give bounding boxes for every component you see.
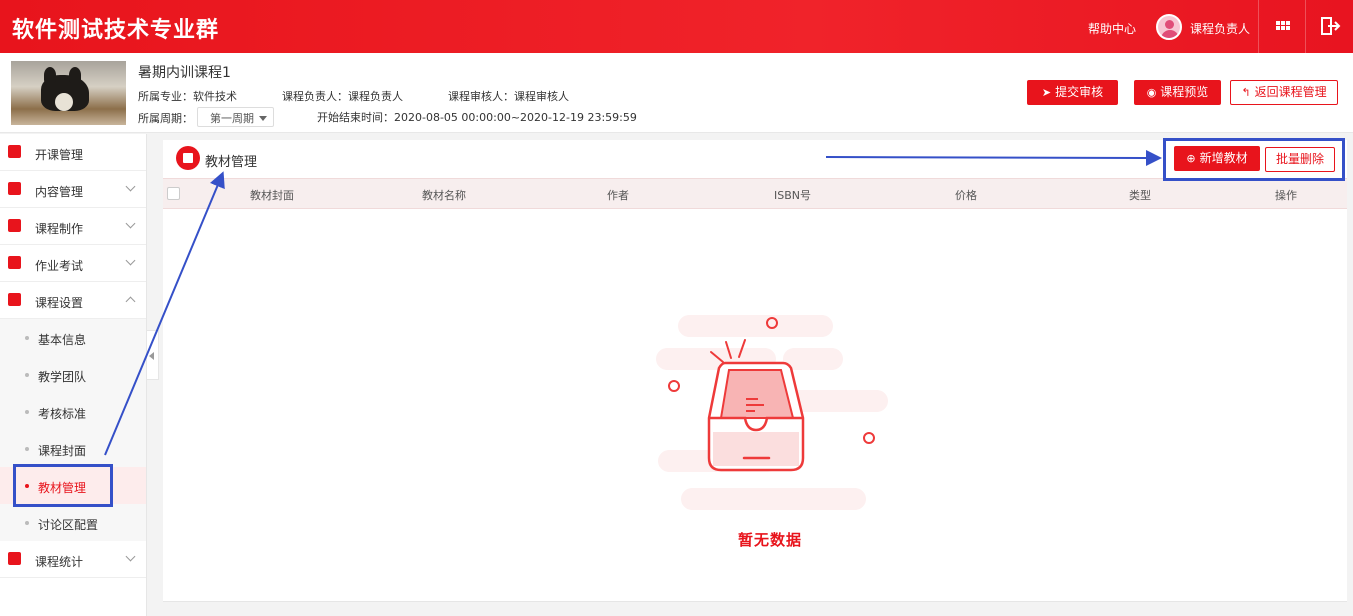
period-select[interactable]: 第一周期 bbox=[197, 107, 274, 127]
paper-plane-icon: ➤ bbox=[1041, 86, 1052, 99]
sidebar-item-course-make[interactable]: 课程制作 bbox=[0, 208, 146, 245]
select-all-checkbox[interactable] bbox=[167, 187, 180, 200]
page-title: 教材管理 bbox=[205, 155, 258, 170]
chevron-down-icon bbox=[125, 181, 136, 192]
sidebar-subitem-basic-info[interactable]: 基本信息 bbox=[0, 319, 146, 356]
course-time-range: 开始结束时间：2020-08-05 00:00:00~2020-12-19 23… bbox=[317, 111, 637, 124]
sidebar-collapse-handle[interactable] bbox=[147, 330, 159, 380]
sidebar: 开课管理 内容管理 课程制作 作业考试 课程设置 基本信息 教学团队 考核标准 … bbox=[0, 134, 147, 616]
highlight-box-add-buttons bbox=[1163, 138, 1345, 181]
course-name: 暑期内训课程1 bbox=[138, 65, 231, 81]
sidebar-subitem-teaching-team[interactable]: 教学团队 bbox=[0, 356, 146, 393]
period-label: 所属周期： bbox=[138, 112, 193, 125]
course-major: 所属专业：软件技术 bbox=[138, 90, 237, 103]
back-to-course-management-button[interactable]: ↰ 返回课程管理 bbox=[1230, 80, 1338, 105]
clipboard-icon bbox=[8, 256, 21, 269]
course-owner: 课程负责人：课程负责人 bbox=[282, 90, 403, 103]
sidebar-subitem-forum-config[interactable]: 讨论区配置 bbox=[0, 504, 146, 541]
book-icon bbox=[176, 146, 200, 170]
grid-menu-icon[interactable] bbox=[1258, 0, 1304, 53]
sidebar-item-homework-exam[interactable]: 作业考试 bbox=[0, 245, 146, 282]
column-header: 教材名称 bbox=[422, 189, 466, 202]
period-value: 第一周期 bbox=[210, 112, 254, 125]
chevron-up-icon bbox=[125, 296, 136, 307]
highlight-box-textbook-menu bbox=[13, 464, 113, 507]
column-header: 操作 bbox=[1275, 189, 1297, 202]
column-header: ISBN号 bbox=[774, 189, 812, 202]
column-header: 教材封面 bbox=[250, 189, 294, 202]
sidebar-item-course-settings[interactable]: 课程设置 bbox=[0, 282, 146, 319]
speaker-icon bbox=[8, 145, 21, 158]
course-preview-button[interactable]: ◉ 课程预览 bbox=[1134, 80, 1221, 105]
chart-icon bbox=[8, 552, 21, 565]
eye-icon: ◉ bbox=[1146, 86, 1157, 99]
sidebar-subitem-course-cover[interactable]: 课程封面 bbox=[0, 430, 146, 467]
avatar[interactable] bbox=[1156, 14, 1182, 40]
course-reviewer: 课程审核人：课程审核人 bbox=[448, 90, 569, 103]
caret-left-icon bbox=[149, 352, 154, 360]
column-header: 类型 bbox=[1129, 189, 1151, 202]
caret-down-icon bbox=[259, 116, 267, 121]
table-header: 教材封面 教材名称 作者 ISBN号 价格 类型 操作 bbox=[163, 178, 1347, 209]
logout-icon[interactable] bbox=[1305, 0, 1351, 53]
chevron-down-icon bbox=[125, 218, 136, 229]
help-center-link[interactable]: 帮助中心 bbox=[1088, 20, 1136, 37]
sidebar-item-content[interactable]: 内容管理 bbox=[0, 171, 146, 208]
main-panel: 教材管理 ⊕ 新增教材 批量删除 教材封面 教材名称 作者 ISBN号 价格 类型… bbox=[163, 140, 1347, 602]
submit-review-button[interactable]: ➤ 提交审核 bbox=[1027, 80, 1118, 105]
edit-icon bbox=[8, 219, 21, 232]
cube-icon bbox=[8, 182, 21, 195]
sidebar-item-course-open[interactable]: 开课管理 bbox=[0, 134, 146, 171]
reply-arrow-icon: ↰ bbox=[1241, 86, 1251, 99]
sidebar-item-course-stats[interactable]: 课程统计 bbox=[0, 541, 146, 578]
user-name[interactable]: 课程负责人 bbox=[1190, 20, 1250, 37]
top-header: 软件测试技术专业群 帮助中心 课程负责人 bbox=[0, 0, 1353, 53]
empty-state-text: 暂无数据 bbox=[738, 531, 803, 549]
chevron-down-icon bbox=[125, 551, 136, 562]
column-header: 价格 bbox=[955, 189, 977, 202]
sidebar-subitem-assessment[interactable]: 考核标准 bbox=[0, 393, 146, 430]
column-header: 作者 bbox=[607, 189, 629, 202]
course-info-bar: 暑期内训课程1 所属专业：软件技术 课程负责人：课程负责人 课程审核人：课程审核… bbox=[0, 53, 1353, 133]
course-cover-thumbnail bbox=[11, 61, 126, 125]
brand-title: 软件测试技术专业群 bbox=[12, 18, 220, 43]
empty-inbox-icon bbox=[656, 315, 888, 510]
book-icon bbox=[8, 293, 21, 306]
chevron-down-icon bbox=[125, 255, 136, 266]
